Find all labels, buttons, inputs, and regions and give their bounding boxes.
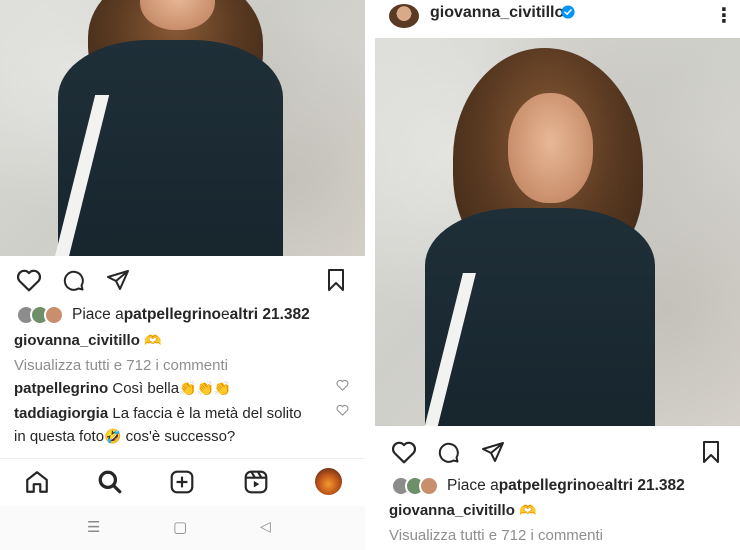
post-header: giovanna_civitillo ⋮ [375, 0, 740, 38]
caption-username[interactable]: giovanna_civitillo [14, 332, 140, 349]
caption: giovanna_civitillo 🫶 [389, 502, 536, 519]
android-home-icon[interactable]: ▢ [173, 518, 187, 536]
comment: patpellegrino Così bella👏👏👏 [14, 380, 231, 397]
post-photo[interactable] [375, 38, 740, 426]
share-icon[interactable] [106, 268, 130, 292]
heart-icon[interactable] [391, 440, 417, 464]
comment-username[interactable]: taddiagiorgia [14, 405, 108, 422]
search-icon[interactable] [97, 469, 123, 495]
post-actions-bar [0, 262, 365, 298]
panel-divider [365, 0, 375, 550]
likes-count[interactable]: altri 21.382 [230, 306, 310, 324]
comment-text: Così bella [108, 380, 180, 397]
comment-text: in questa foto [14, 428, 105, 445]
comment-icon[interactable] [436, 440, 460, 464]
verified-icon [561, 5, 575, 19]
reels-icon[interactable] [243, 469, 269, 495]
caption-username[interactable]: giovanna_civitillo [389, 502, 515, 519]
author-avatar[interactable] [389, 4, 419, 28]
comment-like-icon[interactable] [336, 379, 349, 391]
more-icon[interactable]: ⋮ [714, 3, 734, 28]
android-nav-bar: ☰ ▢ ◁ [0, 506, 365, 550]
comment: taddiagiorgia La faccia è la metà del so… [14, 405, 302, 422]
post-photo[interactable] [0, 0, 365, 256]
likes-prefix: Piace a [447, 477, 499, 494]
comment-text: La faccia è la metà del solito [108, 405, 302, 422]
bookmark-icon[interactable] [700, 440, 722, 464]
caption: giovanna_civitillo 🫶 [14, 332, 161, 349]
liker-avatars [391, 476, 439, 496]
left-post-panel: Piace a patpellegrino e altri 21.382 gio… [0, 0, 365, 550]
liker-avatars [16, 305, 64, 325]
likes-row[interactable]: Piace a patpellegrino e altri 21.382 [16, 305, 310, 325]
view-comments-link[interactable]: Visualizza tutti e 712 i commenti [389, 527, 603, 544]
likes-prefix: Piace a [72, 306, 124, 323]
home-icon[interactable] [24, 469, 50, 495]
bottom-nav [0, 458, 365, 506]
likes-user[interactable]: patpellegrino [499, 477, 596, 495]
android-menu-icon[interactable]: ☰ [87, 518, 100, 536]
share-icon[interactable] [481, 440, 505, 464]
caption-emoji: 🫶 [519, 502, 537, 518]
view-comments-link[interactable]: Visualizza tutti e 712 i commenti [14, 357, 228, 374]
comment-emoji: 🤣 [104, 428, 122, 444]
author-username[interactable]: giovanna_civitillo [430, 4, 564, 22]
comment-emoji: 👏👏👏 [179, 380, 232, 396]
comment-text: cos'è successo? [121, 428, 236, 445]
liker-avatar [419, 476, 439, 496]
likes-row[interactable]: Piace a patpellegrino e altri 21.382 [391, 476, 685, 496]
likes-user[interactable]: patpellegrino [124, 306, 221, 324]
liker-avatar [44, 305, 64, 325]
caption-emoji: 🫶 [144, 332, 162, 348]
profile-avatar[interactable] [315, 468, 342, 495]
bookmark-icon[interactable] [325, 268, 347, 292]
android-back-icon[interactable]: ◁ [260, 518, 271, 535]
comment-continuation: in questa foto🤣 cos'è successo? [14, 428, 235, 445]
comment-icon[interactable] [61, 268, 85, 292]
photo-face [508, 93, 593, 203]
add-icon[interactable] [169, 469, 195, 495]
comment-username[interactable]: patpellegrino [14, 380, 108, 397]
likes-count[interactable]: altri 21.382 [605, 477, 685, 495]
likes-middle: e [221, 306, 230, 323]
post-actions-bar [375, 434, 740, 470]
heart-icon[interactable] [16, 268, 42, 292]
right-post-panel: giovanna_civitillo ⋮ Piace a patpellegri… [375, 0, 740, 550]
comment-like-icon[interactable] [336, 404, 349, 416]
likes-middle: e [596, 477, 605, 494]
